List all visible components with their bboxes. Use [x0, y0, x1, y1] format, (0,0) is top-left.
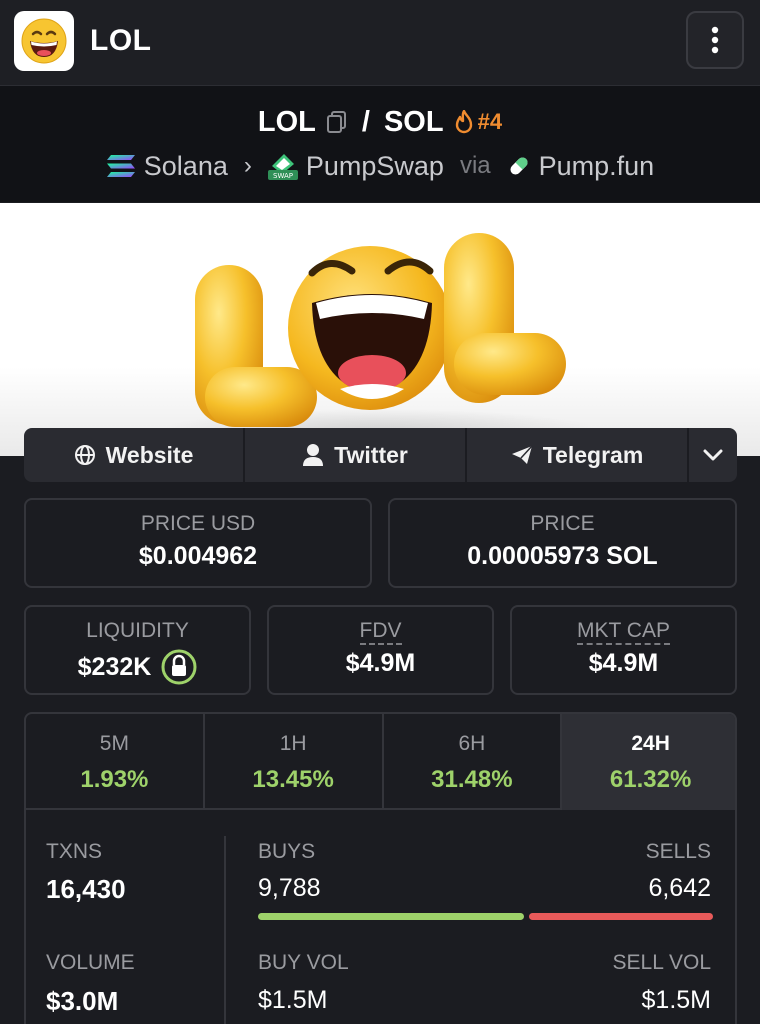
price-usd-value: $0.004962 [138, 542, 258, 570]
lock-icon[interactable] [161, 649, 197, 685]
token-avatar [14, 11, 74, 71]
chevron-right-icon: › [243, 152, 252, 179]
dex-name: PumpSwap [305, 150, 444, 181]
pair-header: LOL / SOL #4 Solana › SWAP PumpSwap via … [0, 86, 760, 202]
pair-title: LOL / SOL #4 [0, 104, 760, 140]
fdv-label[interactable]: FDV [359, 619, 402, 645]
market-cap-label[interactable]: MKT CAP [577, 619, 670, 645]
send-icon [511, 445, 533, 464]
price-usd-card: PRICE USD $0.004962 [24, 498, 372, 588]
tab-5m[interactable]: 5M 1.93% [26, 714, 205, 810]
volume-value: $3.0M [46, 986, 119, 1016]
price-native-label: PRICE [530, 512, 595, 535]
sells-ratio-bar [529, 913, 713, 920]
via-label: via [459, 152, 491, 179]
solana-icon [106, 155, 135, 177]
social-links-bar: Website Twitter Telegram [24, 428, 737, 482]
tab-change: 1.93% [80, 766, 149, 793]
buys-value: 9,788 [258, 874, 321, 902]
trending-rank[interactable]: #4 [454, 109, 502, 135]
txns-value: 16,430 [46, 874, 126, 904]
liquidity-value: $232K [77, 652, 152, 681]
twitter-label: Twitter [334, 441, 408, 468]
globe-icon [74, 445, 95, 465]
dex-link[interactable]: SWAP PumpSwap [267, 150, 444, 182]
price-usd-label: PRICE USD [140, 512, 256, 535]
fdv-value: $4.9M [345, 649, 416, 677]
letter-l-right [444, 233, 566, 403]
price-native-card: PRICE 0.00005973 SOL [388, 498, 737, 588]
base-symbol: LOL [257, 105, 316, 138]
sells-value: 6,642 [648, 874, 711, 902]
lol-banner-image [160, 233, 600, 453]
pill-icon [510, 157, 528, 175]
buy-vol-value: $1.5M [258, 986, 328, 1014]
kebab-menu-icon [711, 26, 719, 54]
fdv-card: FDV $4.9M [267, 605, 494, 695]
sell-vol-value: $1.5M [641, 986, 711, 1014]
pair-separator: / [361, 105, 370, 138]
telegram-button[interactable]: Telegram [467, 428, 689, 482]
laughing-face [288, 246, 452, 410]
tab-change: 13.45% [252, 766, 334, 793]
market-cap-value: $4.9M [588, 649, 659, 677]
chain-link[interactable]: Solana [106, 151, 228, 182]
twitter-button[interactable]: Twitter [245, 428, 467, 482]
breadcrumb: Solana › SWAP PumpSwap via Pump.fun [0, 148, 760, 184]
chain-name: Solana [143, 150, 228, 181]
sells-label: SELLS [645, 840, 711, 863]
user-icon [303, 444, 324, 466]
quote-symbol: SOL [383, 105, 444, 138]
more-menu-button[interactable] [686, 11, 744, 69]
grinning-emoji-icon [21, 18, 67, 64]
column-divider [224, 836, 226, 1024]
buy-vol-label: BUY VOL [258, 951, 349, 974]
buys-ratio-bar [258, 913, 524, 920]
website-label: Website [105, 441, 194, 468]
flame-icon [455, 110, 472, 134]
app-title: LOL [90, 24, 152, 57]
top-bar: LOL [0, 0, 760, 86]
tab-6h[interactable]: 6H 31.48% [384, 714, 563, 810]
sell-vol-label: SELL VOL [612, 951, 711, 974]
timeframe-tabs: 5M 1.93% 1H 13.45% 6H 31.48% 24H 61.32% [26, 714, 735, 810]
pumpswap-icon: SWAP [267, 154, 298, 180]
buys-label: BUYS [258, 840, 316, 863]
rank-label: #4 [477, 109, 503, 134]
liquidity-label: LIQUIDITY [86, 619, 189, 642]
more-links-button[interactable] [689, 428, 737, 482]
price-native-value: 0.00005973 SOL [467, 542, 658, 570]
token-banner [0, 203, 760, 456]
copy-icon[interactable] [326, 110, 348, 134]
tab-label: 5M [99, 732, 129, 755]
website-button[interactable]: Website [24, 428, 245, 482]
launchpad-link[interactable]: Pump.fun [507, 150, 655, 182]
tab-label: 24H [631, 732, 670, 755]
txns-label: TXNS [46, 840, 103, 863]
telegram-label: Telegram [542, 441, 644, 468]
market-cap-card: MKT CAP $4.9M [510, 605, 737, 695]
swap-badge-text: SWAP [273, 172, 293, 180]
liquidity-card: LIQUIDITY $232K [24, 605, 251, 695]
liquidity-row: $232K [26, 649, 249, 685]
tab-label: 1H [279, 732, 307, 755]
volume-label: VOLUME [46, 951, 135, 974]
tab-change: 61.32% [609, 766, 692, 793]
launchpad-name: Pump.fun [538, 150, 655, 181]
trading-stats-panel: 5M 1.93% 1H 13.45% 6H 31.48% 24H 61.32% … [24, 712, 737, 1024]
chevron-down-icon [703, 449, 723, 461]
tab-1h[interactable]: 1H 13.45% [205, 714, 384, 810]
tab-change: 31.48% [431, 766, 513, 793]
tab-label: 6H [458, 732, 486, 755]
tab-24h[interactable]: 24H 61.32% [562, 714, 735, 810]
